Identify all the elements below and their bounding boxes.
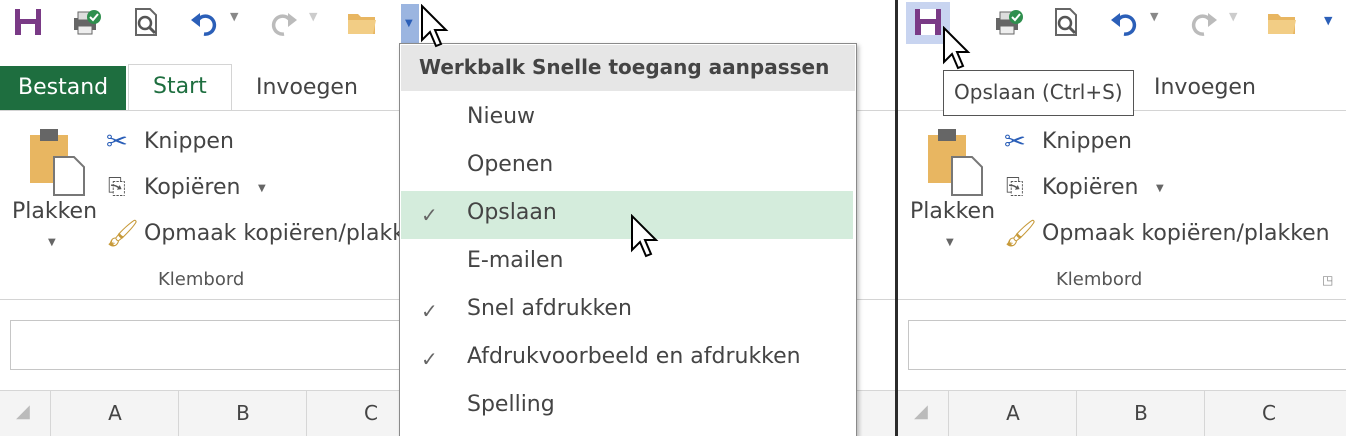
copy-button[interactable]: Kopiëren bbox=[144, 175, 240, 200]
right-excel-window: ▼ ▼ ▼ Invoegen Plakken ▼ ✂ Knippen ⎘ Kop… bbox=[898, 0, 1346, 436]
undo-icon[interactable] bbox=[1108, 6, 1140, 38]
mouse-cursor-icon bbox=[631, 214, 659, 258]
redo-icon bbox=[1188, 6, 1220, 38]
clipboard-group-label: Klembord bbox=[158, 269, 245, 290]
paste-button[interactable]: Plakken bbox=[12, 199, 97, 224]
mouse-cursor-icon bbox=[421, 4, 449, 48]
copy-icon: ⎘ bbox=[108, 175, 126, 200]
checkmark-icon: ✓ bbox=[421, 347, 438, 371]
chevron-down-icon: ▼ bbox=[405, 18, 413, 29]
redo-arrow-icon: ▼ bbox=[309, 10, 318, 23]
menu-item-new[interactable]: Nieuw bbox=[401, 95, 853, 143]
menu-item-open[interactable]: Openen bbox=[401, 143, 853, 191]
column-header-b[interactable]: B bbox=[178, 391, 307, 436]
clipboard-group-label: Klembord bbox=[1056, 269, 1143, 290]
save-icon[interactable] bbox=[912, 6, 944, 38]
name-box[interactable] bbox=[908, 320, 1346, 370]
menu-item-label: Openen bbox=[467, 152, 554, 177]
save-tooltip: Opslaan (Ctrl+S) bbox=[943, 70, 1134, 116]
menu-item-label: Afdrukvoorbeeld en afdrukken bbox=[467, 344, 801, 369]
paste-icon[interactable] bbox=[28, 127, 88, 197]
undo-arrow-icon[interactable]: ▼ bbox=[1150, 10, 1158, 23]
menu-item-label: Spelling bbox=[467, 392, 555, 417]
customize-qat-button[interactable]: ▼ bbox=[401, 4, 419, 44]
quick-print-icon[interactable] bbox=[70, 6, 102, 38]
print-preview-icon[interactable] bbox=[1050, 6, 1082, 38]
checkmark-icon: ✓ bbox=[421, 299, 438, 323]
customize-qat-menu: Werkbalk Snelle toegang aanpassen Nieuw … bbox=[399, 43, 857, 436]
open-folder-icon[interactable] bbox=[346, 6, 378, 38]
format-painter-icon: 🖌 bbox=[1004, 219, 1038, 249]
copy-arrow-icon[interactable]: ▼ bbox=[1156, 183, 1164, 194]
tab-start[interactable]: Start bbox=[128, 64, 232, 112]
open-folder-icon[interactable] bbox=[1266, 6, 1298, 38]
menu-item-label: Nieuw bbox=[467, 104, 536, 129]
select-all-icon[interactable]: ◢ bbox=[914, 401, 928, 422]
save-icon[interactable] bbox=[12, 6, 44, 38]
copy-arrow-icon[interactable]: ▼ bbox=[258, 183, 266, 194]
quick-print-icon[interactable] bbox=[992, 6, 1024, 38]
menu-item-label: E-mailen bbox=[467, 248, 564, 273]
scissors-icon: ✂ bbox=[106, 127, 128, 157]
format-painter-icon: 🖌 bbox=[106, 219, 140, 249]
tab-insert[interactable]: Invoegen bbox=[1154, 66, 1256, 110]
column-header-a[interactable]: A bbox=[50, 391, 179, 436]
redo-arrow-icon: ▼ bbox=[1229, 10, 1238, 23]
name-box[interactable] bbox=[10, 320, 412, 370]
select-all-icon[interactable]: ◢ bbox=[16, 401, 30, 422]
column-header-row: ◢ A B C bbox=[898, 390, 1346, 436]
paste-icon[interactable] bbox=[926, 127, 986, 197]
paste-arrow-icon[interactable]: ▼ bbox=[48, 237, 56, 248]
column-header-b[interactable]: B bbox=[1076, 391, 1205, 436]
cut-button[interactable]: Knippen bbox=[144, 129, 234, 154]
format-painter-button[interactable]: Opmaak kopiëren/plakk bbox=[144, 221, 405, 246]
redo-icon bbox=[268, 6, 300, 38]
menu-item-email[interactable]: E-mailen bbox=[401, 239, 853, 287]
paste-button[interactable]: Plakken bbox=[910, 199, 995, 224]
menu-item-spelling[interactable]: Spelling bbox=[401, 383, 853, 431]
menu-item-save[interactable]: ✓ Opslaan bbox=[401, 191, 853, 239]
paste-arrow-icon[interactable]: ▼ bbox=[946, 237, 954, 248]
dialog-launcher-icon[interactable]: ◳ bbox=[1322, 273, 1333, 287]
menu-item-quick-print[interactable]: ✓ Snel afdrukken bbox=[401, 287, 853, 335]
tab-file[interactable]: Bestand bbox=[0, 66, 127, 110]
format-painter-button[interactable]: Opmaak kopiëren/plakken bbox=[1042, 221, 1330, 246]
menu-header: Werkbalk Snelle toegang aanpassen bbox=[401, 45, 855, 91]
copy-button[interactable]: Kopiëren bbox=[1042, 175, 1138, 200]
column-header-a[interactable]: A bbox=[948, 391, 1077, 436]
column-header-c[interactable]: C bbox=[1204, 391, 1333, 436]
scissors-icon: ✂ bbox=[1004, 127, 1026, 157]
undo-arrow-icon[interactable]: ▼ bbox=[230, 10, 238, 23]
menu-item-label: Snel afdrukken bbox=[467, 296, 632, 321]
checkmark-icon: ✓ bbox=[421, 203, 438, 227]
print-preview-icon[interactable] bbox=[130, 6, 162, 38]
left-excel-window: ▼ ▼ ▼ Bestand Start Invoegen Plakken ▼ ✂… bbox=[0, 0, 895, 436]
copy-icon: ⎘ bbox=[1006, 175, 1024, 200]
tab-insert[interactable]: Invoegen bbox=[256, 66, 358, 110]
menu-title: Werkbalk Snelle toegang aanpassen bbox=[419, 55, 830, 79]
menu-item-label: Opslaan bbox=[467, 200, 557, 225]
ribbon: Plakken ▼ ✂ Knippen ⎘ Kopiëren ▼ 🖌 Opmaa… bbox=[898, 110, 1346, 300]
mouse-cursor-icon bbox=[943, 26, 971, 70]
customize-qat-icon[interactable]: ▼ bbox=[1324, 14, 1332, 27]
undo-icon[interactable] bbox=[188, 6, 220, 38]
menu-item-print-preview[interactable]: ✓ Afdrukvoorbeeld en afdrukken bbox=[401, 335, 853, 383]
cut-button[interactable]: Knippen bbox=[1042, 129, 1132, 154]
